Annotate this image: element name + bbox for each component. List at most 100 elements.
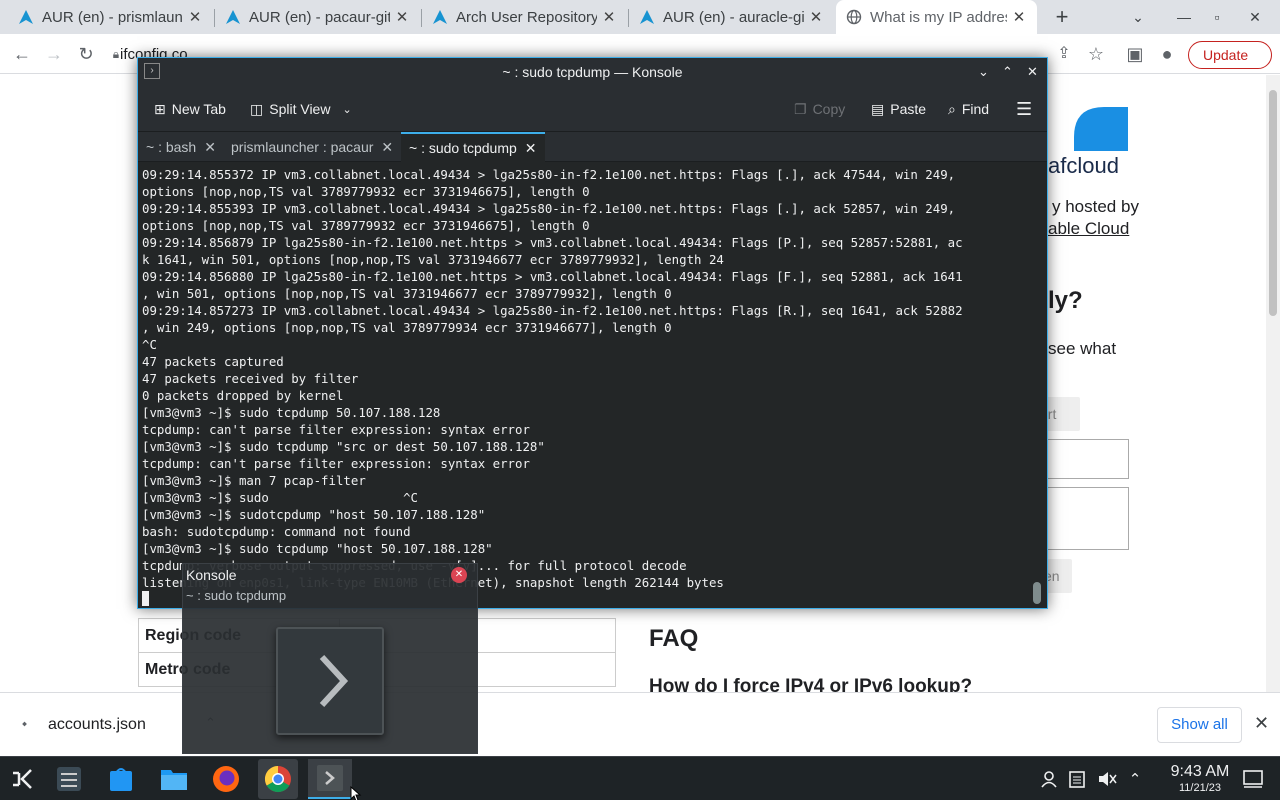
forward-icon[interactable]: → bbox=[42, 42, 66, 66]
terminal-line: [vm3@vm3 ~]$ sudo tcpdump "src or dest 5… bbox=[142, 439, 545, 454]
terminal-line: 09:29:14.856879 IP lga25s80-in-f2.1e100.… bbox=[142, 235, 963, 250]
terminal-line: [vm3@vm3 ~]$ sudo ^C bbox=[142, 490, 419, 505]
tray-expand-icon[interactable]: ⌃ bbox=[1118, 762, 1152, 796]
clipboard-icon[interactable] bbox=[1060, 762, 1094, 796]
see-what-text: see what bbox=[1048, 339, 1117, 358]
browser-tab-active[interactable]: What is my IP addres ✕ bbox=[836, 0, 1037, 34]
arch-linux-icon bbox=[432, 9, 448, 25]
close-tab-icon[interactable]: ✕ bbox=[204, 139, 216, 156]
clock-time[interactable]: 9:43 AM bbox=[1152, 763, 1248, 781]
terminal-line: options [nop,nop,TS val 3789779932 ecr 3… bbox=[142, 218, 590, 233]
clock-date[interactable]: 11/21/23 bbox=[1152, 782, 1248, 794]
konsole-tab-label: ~ : bash bbox=[146, 139, 197, 155]
maximize-icon[interactable]: ▫ bbox=[1205, 6, 1229, 28]
minimize-icon[interactable]: — bbox=[1172, 6, 1196, 28]
page-scrollbar-thumb[interactable] bbox=[1269, 90, 1277, 316]
terminal-line: 09:29:14.856880 IP lga25s80-in-f2.1e100.… bbox=[142, 269, 963, 284]
arch-linux-icon bbox=[639, 9, 655, 25]
terminal-line: [vm3@vm3 ~]$ sudo tcpdump 50.107.188.128 bbox=[142, 405, 441, 420]
globe-icon bbox=[846, 9, 862, 25]
browser-tab[interactable]: Arch User Repository ✕ bbox=[422, 0, 627, 34]
hosted-by-text: y hosted by bbox=[1052, 197, 1139, 216]
split-view-button[interactable]: ◫ Split View ⌄ bbox=[250, 99, 352, 119]
bookmark-star-icon[interactable]: ☆ bbox=[1084, 42, 1108, 66]
close-tab-icon[interactable]: ✕ bbox=[187, 8, 203, 26]
preview-app-name: Konsole bbox=[186, 567, 237, 583]
terminal-scrollbar[interactable] bbox=[1033, 582, 1041, 604]
hamburger-menu-icon[interactable]: ☰ bbox=[1016, 99, 1032, 119]
terminal-output[interactable]: 09:29:14.855372 IP vm3.collabnet.local.4… bbox=[142, 166, 1022, 606]
side-panel-icon[interactable]: ▣ bbox=[1123, 42, 1147, 66]
browser-tab-title: Arch User Repository bbox=[456, 8, 597, 26]
close-window-icon[interactable]: ✕ bbox=[1243, 6, 1267, 28]
konsole-title-bar[interactable]: › ~ : sudo tcpdump — Konsole ⌄ ⌃ ✕ bbox=[138, 58, 1047, 86]
close-tab-icon[interactable]: ✕ bbox=[394, 8, 410, 26]
file-manager-icon[interactable] bbox=[157, 762, 191, 796]
find-label: Find bbox=[961, 101, 990, 117]
new-tab-icon[interactable]: + bbox=[1050, 5, 1074, 29]
discover-store-icon[interactable] bbox=[104, 762, 138, 796]
copy-button[interactable]: ❐ Copy bbox=[794, 99, 845, 119]
close-window-icon[interactable]: ✕ bbox=[451, 567, 467, 583]
new-tab-button[interactable]: ⊞ New Tab bbox=[154, 99, 226, 119]
browser-tab[interactable]: AUR (en) - auracle-git ✕ bbox=[629, 0, 834, 34]
show-desktop-icon[interactable] bbox=[1236, 762, 1270, 796]
konsole-app-icon[interactable]: › bbox=[144, 63, 160, 79]
desktop: AUR (en) - prismlaun ✕ AUR (en) - pacaur… bbox=[0, 0, 1280, 800]
update-button[interactable]: Update bbox=[1188, 41, 1272, 69]
firefox-icon[interactable] bbox=[209, 762, 243, 796]
show-all-button[interactable]: Show all bbox=[1157, 707, 1242, 743]
app-launcher-icon[interactable] bbox=[5, 762, 39, 796]
konsole-window: › ~ : sudo tcpdump — Konsole ⌄ ⌃ ✕ ⊞ New… bbox=[137, 57, 1048, 609]
chrome-icon[interactable] bbox=[258, 759, 298, 799]
minimize-icon[interactable]: ⌄ bbox=[978, 58, 989, 86]
maximize-icon[interactable]: ⌃ bbox=[1002, 58, 1013, 86]
konsole-thumbnail-icon[interactable] bbox=[276, 627, 384, 735]
new-tab-label: New Tab bbox=[171, 101, 226, 117]
close-tab-icon[interactable]: ✕ bbox=[525, 140, 537, 157]
section-heading: ly? bbox=[1048, 287, 1083, 314]
mouse-pointer-icon bbox=[350, 785, 362, 800]
paste-icon: ▤ bbox=[871, 100, 885, 117]
system-settings-icon[interactable] bbox=[52, 762, 86, 796]
back-icon[interactable]: ← bbox=[10, 42, 34, 66]
paste-button[interactable]: ▤ Paste bbox=[871, 99, 926, 119]
terminal-line: tcpdump: can't parse filter expression: … bbox=[142, 456, 530, 471]
hosted-by-link[interactable]: able Cloud bbox=[1048, 219, 1129, 239]
close-downloads-icon[interactable]: ✕ bbox=[1254, 713, 1269, 734]
file-icon: ⬩ bbox=[22, 715, 28, 731]
share-icon[interactable]: ⇪ bbox=[1052, 42, 1076, 66]
terminal-line: , win 501, options [nop,nop,TS val 37319… bbox=[142, 286, 672, 301]
terminal-line: 09:29:14.855372 IP vm3.collabnet.local.4… bbox=[142, 167, 956, 182]
konsole-tab[interactable]: ~ : bash ✕ bbox=[138, 132, 224, 162]
cloud-logo-icon bbox=[1064, 107, 1128, 151]
browser-tab[interactable]: AUR (en) - pacaur-git ✕ bbox=[215, 0, 420, 34]
download-file-name[interactable]: accounts.json bbox=[48, 716, 146, 734]
copy-label: Copy bbox=[812, 101, 846, 117]
konsole-tab-active[interactable]: ~ : sudo tcpdump ✕ bbox=[401, 132, 545, 162]
close-tab-icon[interactable]: ✕ bbox=[601, 8, 617, 26]
terminal-line: 09:29:14.857273 IP vm3.collabnet.local.4… bbox=[142, 303, 963, 318]
close-window-icon[interactable]: ✕ bbox=[1027, 58, 1038, 86]
find-button[interactable]: ⌕ Find bbox=[948, 99, 989, 119]
terminal-line: 09:29:14.855393 IP vm3.collabnet.local.4… bbox=[142, 201, 956, 216]
konsole-tab-label: ~ : sudo tcpdump bbox=[409, 140, 517, 156]
terminal-line: options [nop,nop,TS val 3789779932 ecr 3… bbox=[142, 184, 590, 199]
faq-heading: FAQ bbox=[649, 625, 699, 652]
copy-icon: ❐ bbox=[794, 100, 807, 117]
browser-tab[interactable]: AUR (en) - prismlaun ✕ bbox=[8, 0, 213, 34]
konsole-tab[interactable]: prismlauncher : pacaur ✕ bbox=[223, 132, 401, 162]
konsole-tab-label: prismlauncher : pacaur bbox=[231, 139, 374, 155]
reload-icon[interactable]: ↻ bbox=[74, 42, 98, 66]
tab-search-icon[interactable]: ⌄ bbox=[1126, 6, 1150, 28]
task-preview-tooltip: Konsole ✕ ~ : sudo tcpdump bbox=[182, 563, 478, 754]
close-tab-icon[interactable]: ✕ bbox=[381, 139, 393, 156]
close-tab-icon[interactable]: ✕ bbox=[1011, 8, 1027, 26]
browser-tab-title: AUR (en) - auracle-git bbox=[663, 8, 804, 26]
split-view-label: Split View bbox=[269, 101, 331, 117]
close-tab-icon[interactable]: ✕ bbox=[808, 8, 824, 26]
browser-tab-title: AUR (en) - pacaur-git bbox=[249, 8, 390, 26]
profile-icon[interactable]: ● bbox=[1155, 42, 1179, 66]
terminal-line: [vm3@vm3 ~]$ man 7 pcap-filter bbox=[142, 473, 366, 488]
konsole-taskbar-icon[interactable] bbox=[308, 759, 352, 799]
